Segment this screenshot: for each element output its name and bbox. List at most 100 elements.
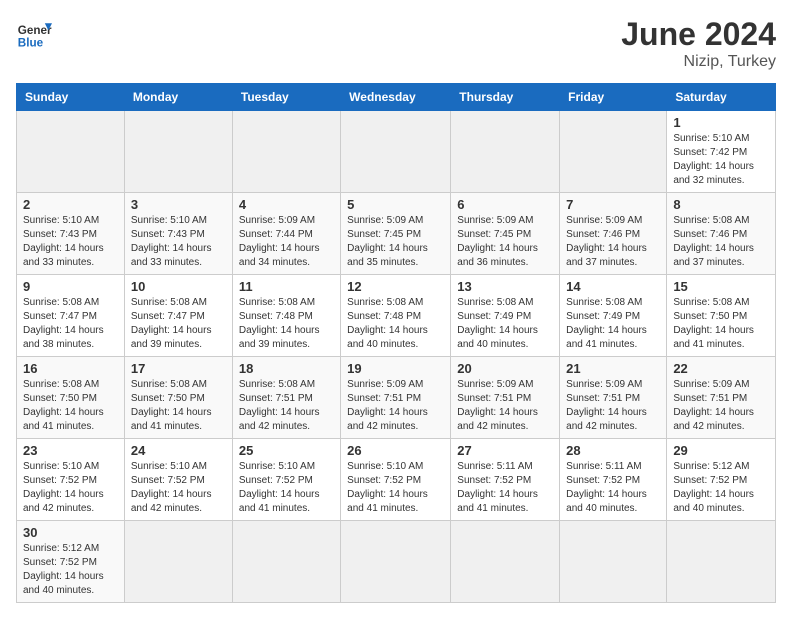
day-info: Sunrise: 5:08 AM Sunset: 7:49 PM Dayligh… (566, 296, 660, 352)
day-info: Sunrise: 5:11 AM Sunset: 7:52 PM Dayligh… (566, 460, 660, 516)
calendar-cell: 8 Sunrise: 5:08 AM Sunset: 7:46 PM Daylig… (667, 193, 776, 275)
day-info: Sunrise: 5:12 AM Sunset: 7:52 PM Dayligh… (673, 460, 769, 516)
calendar-week-row: 1Sunrise: 5:10 AM Sunset: 7:42 PM Daylig… (17, 111, 776, 193)
calendar-cell (232, 111, 340, 193)
day-info: Sunrise: 5:11 AM Sunset: 7:52 PM Dayligh… (457, 460, 553, 516)
calendar-cell: 12Sunrise: 5:08 AM Sunset: 7:48 PM Dayli… (341, 275, 451, 357)
day-info: Sunrise: 5:08 AM Sunset: 7:47 PM Dayligh… (131, 296, 226, 352)
calendar-cell: 25Sunrise: 5:10 AM Sunset: 7:52 PM Dayli… (232, 439, 340, 521)
day-number: 27 (457, 443, 553, 458)
day-number: 7 (566, 197, 660, 212)
weekday-header-wednesday: Wednesday (341, 84, 451, 111)
day-number: 2 (23, 197, 118, 212)
calendar-week-row: 2 Sunrise: 5:10 AM Sunset: 7:43 PM Daylig… (17, 193, 776, 275)
day-info: Sunrise: 5:12 AM Sunset: 7:52 PM Dayligh… (23, 542, 118, 598)
day-number: 24 (131, 443, 226, 458)
calendar-cell: 27 Sunrise: 5:11 AM Sunset: 7:52 PM Dayli… (451, 439, 560, 521)
weekday-header-sunday: Sunday (17, 84, 125, 111)
day-info: Sunrise: 5:08 AM Sunset: 7:51 PM Dayligh… (239, 378, 334, 434)
weekday-header-thursday: Thursday (451, 84, 560, 111)
weekday-header-monday: Monday (124, 84, 232, 111)
weekday-header-saturday: Saturday (667, 84, 776, 111)
day-number: 30 (23, 525, 118, 540)
svg-text:Blue: Blue (18, 37, 44, 50)
month-title: June 2024 (621, 16, 776, 53)
day-number: 8 (673, 197, 769, 212)
calendar-cell (451, 111, 560, 193)
calendar-cell: 30 Sunrise: 5:12 AM Sunset: 7:52 PM Dayli… (17, 521, 125, 603)
calendar-cell: 15 Sunrise: 5:08 AM Sunset: 7:50 PM Dayli… (667, 275, 776, 357)
calendar-week-row: 9Sunrise: 5:08 AM Sunset: 7:47 PM Daylig… (17, 275, 776, 357)
calendar-week-row: 30 Sunrise: 5:12 AM Sunset: 7:52 PM Dayli… (17, 521, 776, 603)
day-number: 28 (566, 443, 660, 458)
calendar-cell: 22 Sunrise: 5:09 AM Sunset: 7:51 PM Dayli… (667, 357, 776, 439)
calendar-cell: 11Sunrise: 5:08 AM Sunset: 7:48 PM Dayli… (232, 275, 340, 357)
calendar-cell (341, 111, 451, 193)
day-number: 6 (457, 197, 553, 212)
day-info: Sunrise: 5:10 AM Sunset: 7:43 PM Dayligh… (131, 214, 226, 270)
day-number: 22 (673, 361, 769, 376)
calendar-cell (232, 521, 340, 603)
weekday-header-row: SundayMondayTuesdayWednesdayThursdayFrid… (17, 84, 776, 111)
calendar-cell: 28 Sunrise: 5:11 AM Sunset: 7:52 PM Dayli… (560, 439, 667, 521)
day-number: 15 (673, 279, 769, 294)
calendar-cell: 1Sunrise: 5:10 AM Sunset: 7:42 PM Daylig… (667, 111, 776, 193)
calendar-cell: 26Sunrise: 5:10 AM Sunset: 7:52 PM Dayli… (341, 439, 451, 521)
day-number: 18 (239, 361, 334, 376)
calendar-cell: 13 Sunrise: 5:08 AM Sunset: 7:49 PM Dayli… (451, 275, 560, 357)
day-number: 26 (347, 443, 444, 458)
calendar-cell: 5 Sunrise: 5:09 AM Sunset: 7:45 PM Daylig… (341, 193, 451, 275)
calendar-cell: 7 Sunrise: 5:09 AM Sunset: 7:46 PM Daylig… (560, 193, 667, 275)
calendar-cell: 23 Sunrise: 5:10 AM Sunset: 7:52 PM Dayli… (17, 439, 125, 521)
calendar-cell: 20 Sunrise: 5:09 AM Sunset: 7:51 PM Dayli… (451, 357, 560, 439)
calendar-cell: 19Sunrise: 5:09 AM Sunset: 7:51 PM Dayli… (341, 357, 451, 439)
day-number: 29 (673, 443, 769, 458)
day-info: Sunrise: 5:08 AM Sunset: 7:48 PM Dayligh… (347, 296, 444, 352)
day-info: Sunrise: 5:08 AM Sunset: 7:49 PM Dayligh… (457, 296, 553, 352)
day-number: 5 (347, 197, 444, 212)
weekday-header-tuesday: Tuesday (232, 84, 340, 111)
weekday-header-friday: Friday (560, 84, 667, 111)
calendar-cell (451, 521, 560, 603)
calendar-cell: 2Sunrise: 5:10 AM Sunset: 7:43 PM Daylig… (17, 193, 125, 275)
day-info: Sunrise: 5:10 AM Sunset: 7:52 PM Dayligh… (131, 460, 226, 516)
day-info: Sunrise: 5:10 AM Sunset: 7:52 PM Dayligh… (239, 460, 334, 516)
day-number: 16 (23, 361, 118, 376)
day-number: 20 (457, 361, 553, 376)
calendar-cell: 21Sunrise: 5:09 AM Sunset: 7:51 PM Dayli… (560, 357, 667, 439)
day-info: Sunrise: 5:08 AM Sunset: 7:46 PM Dayligh… (673, 214, 769, 270)
calendar-cell: 17 Sunrise: 5:08 AM Sunset: 7:50 PM Dayli… (124, 357, 232, 439)
day-info: Sunrise: 5:09 AM Sunset: 7:45 PM Dayligh… (457, 214, 553, 270)
calendar-cell: 4 Sunrise: 5:09 AM Sunset: 7:44 PM Daylig… (232, 193, 340, 275)
day-info: Sunrise: 5:09 AM Sunset: 7:45 PM Dayligh… (347, 214, 444, 270)
calendar-cell (124, 111, 232, 193)
day-number: 21 (566, 361, 660, 376)
day-number: 19 (347, 361, 444, 376)
day-number: 14 (566, 279, 660, 294)
calendar-cell: 29 Sunrise: 5:12 AM Sunset: 7:52 PM Dayli… (667, 439, 776, 521)
day-info: Sunrise: 5:09 AM Sunset: 7:46 PM Dayligh… (566, 214, 660, 270)
day-info: Sunrise: 5:08 AM Sunset: 7:50 PM Dayligh… (131, 378, 226, 434)
calendar-cell: 10Sunrise: 5:08 AM Sunset: 7:47 PM Dayli… (124, 275, 232, 357)
calendar-cell (560, 111, 667, 193)
day-number: 3 (131, 197, 226, 212)
calendar-cell: 14 Sunrise: 5:08 AM Sunset: 7:49 PM Dayli… (560, 275, 667, 357)
calendar-cell (667, 521, 776, 603)
day-number: 17 (131, 361, 226, 376)
day-info: Sunrise: 5:08 AM Sunset: 7:50 PM Dayligh… (673, 296, 769, 352)
calendar-cell: 24 Sunrise: 5:10 AM Sunset: 7:52 PM Dayli… (124, 439, 232, 521)
day-info: Sunrise: 5:09 AM Sunset: 7:51 PM Dayligh… (457, 378, 553, 434)
day-number: 11 (239, 279, 334, 294)
calendar-cell: 3 Sunrise: 5:10 AM Sunset: 7:43 PM Daylig… (124, 193, 232, 275)
day-info: Sunrise: 5:09 AM Sunset: 7:51 PM Dayligh… (673, 378, 769, 434)
day-info: Sunrise: 5:08 AM Sunset: 7:50 PM Dayligh… (23, 378, 118, 434)
calendar-cell: 9Sunrise: 5:08 AM Sunset: 7:47 PM Daylig… (17, 275, 125, 357)
calendar-cell (17, 111, 125, 193)
day-info: Sunrise: 5:10 AM Sunset: 7:52 PM Dayligh… (23, 460, 118, 516)
day-info: Sunrise: 5:09 AM Sunset: 7:44 PM Dayligh… (239, 214, 334, 270)
day-number: 23 (23, 443, 118, 458)
title-area: June 2024 Nizip, Turkey (621, 16, 776, 71)
day-number: 13 (457, 279, 553, 294)
calendar-cell: 6 Sunrise: 5:09 AM Sunset: 7:45 PM Daylig… (451, 193, 560, 275)
day-number: 4 (239, 197, 334, 212)
